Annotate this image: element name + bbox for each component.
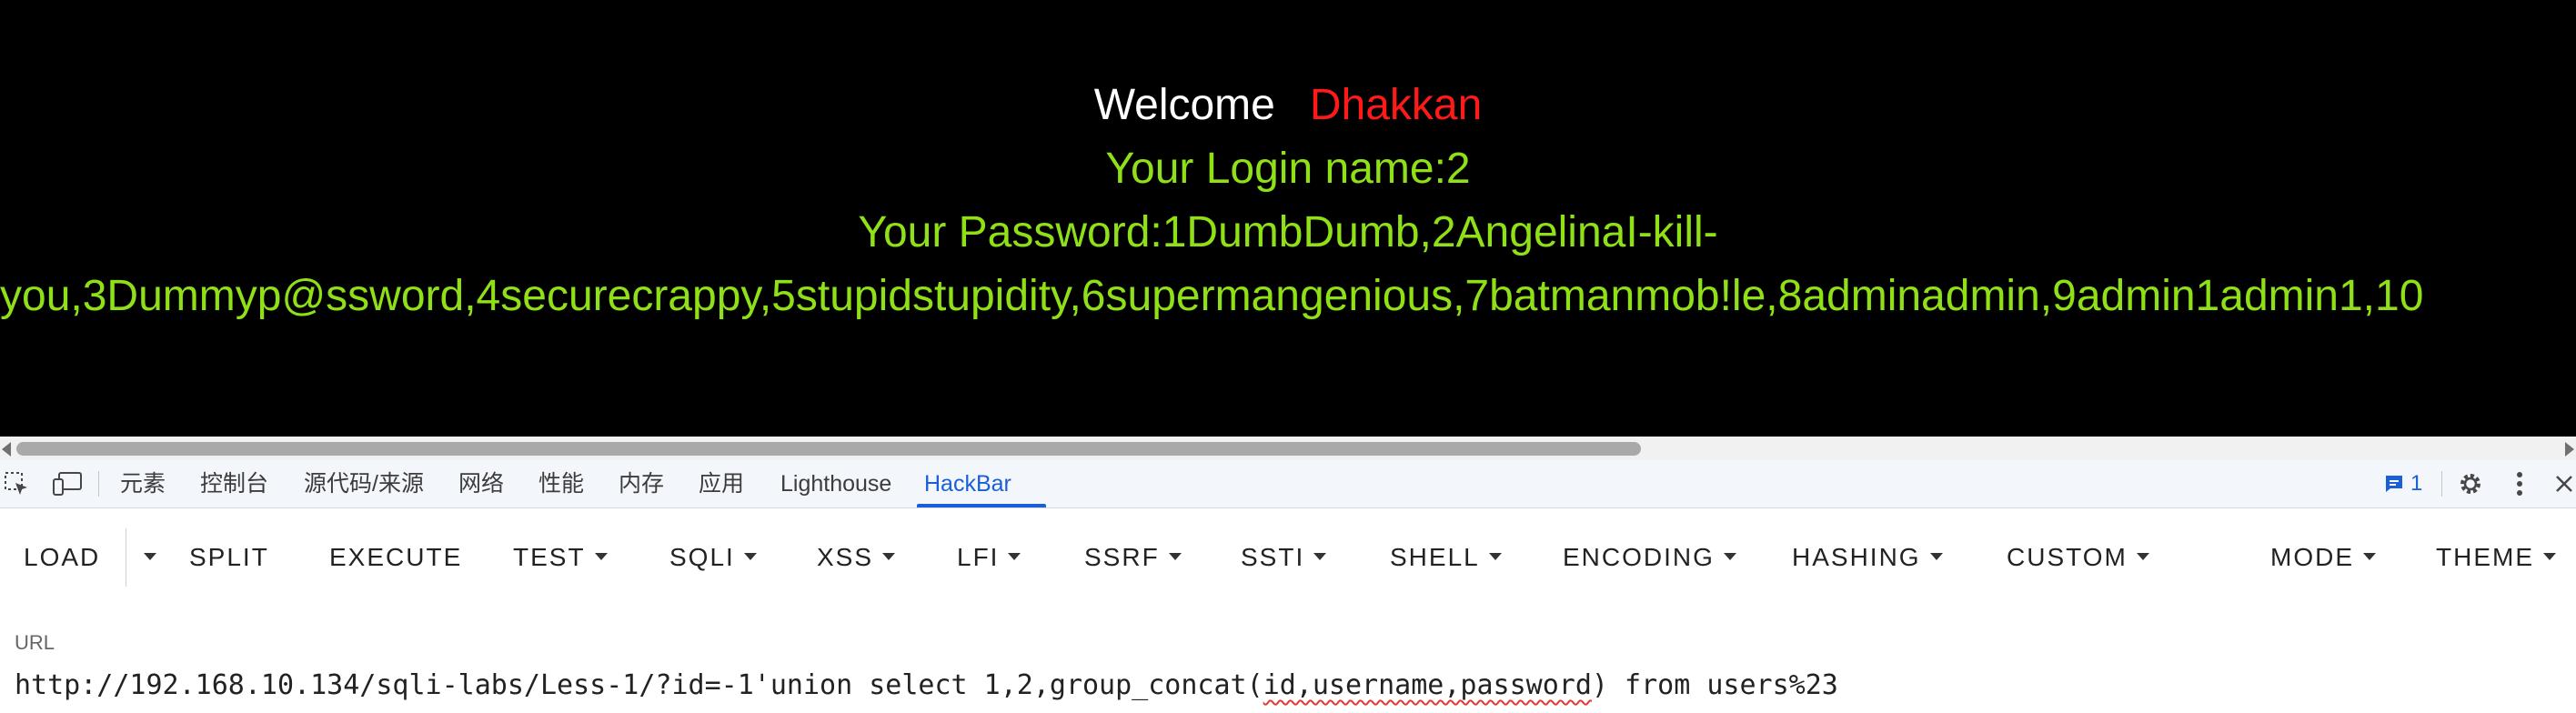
device-toolbar-icon[interactable] bbox=[51, 469, 84, 498]
tab-memory[interactable]: 内存 bbox=[611, 460, 671, 507]
chevron-down-icon bbox=[1313, 552, 1327, 560]
hashing-menu-button[interactable]: HASHING bbox=[1792, 539, 1943, 576]
tab-console[interactable]: 控制台 bbox=[193, 460, 276, 507]
hackbar-toolbar: LOAD SPLIT EXECUTE TEST SQLI XSS LFI SSR… bbox=[0, 508, 2576, 608]
chevron-down-icon bbox=[594, 552, 608, 560]
chevron-down-icon bbox=[1168, 552, 1182, 560]
scroll-left-arrow-icon[interactable] bbox=[2, 442, 11, 457]
url-input[interactable]: http://192.168.10.134/sqli-labs/Less-1/?… bbox=[15, 669, 1838, 701]
tab-network[interactable]: 网络 bbox=[451, 460, 511, 507]
password-line-2: you,3Dummyp@ssword,4securecrappy,5stupid… bbox=[0, 272, 2424, 320]
tab-lighthouse[interactable]: Lighthouse bbox=[773, 460, 899, 507]
url-text-suffix: ) from users%23 bbox=[1591, 669, 1838, 701]
chevron-down-icon bbox=[2363, 552, 2376, 560]
encoding-menu-label: ENCODING bbox=[1563, 543, 1715, 571]
scroll-right-arrow-icon[interactable] bbox=[2565, 442, 2574, 457]
devtools-tab-bar: 元素 控制台 源代码/来源 网络 性能 内存 应用 Lighthouse Hac… bbox=[0, 460, 2576, 508]
chevron-down-icon bbox=[144, 552, 156, 560]
xss-menu-label: XSS bbox=[817, 543, 874, 571]
tab-hackbar[interactable]: HackBar bbox=[917, 460, 1046, 507]
theme-menu-button[interactable]: THEME bbox=[2436, 539, 2556, 576]
ssti-menu-button[interactable]: SSTI bbox=[1241, 539, 1327, 576]
mode-menu-label: MODE bbox=[2270, 543, 2354, 571]
tab-sources[interactable]: 源代码/来源 bbox=[297, 460, 431, 507]
chevron-down-icon bbox=[2136, 552, 2149, 560]
chevron-down-icon bbox=[1929, 552, 1943, 560]
ssti-menu-label: SSTI bbox=[1241, 543, 1305, 571]
load-dropdown-button[interactable] bbox=[135, 539, 156, 576]
mode-menu-button[interactable]: MODE bbox=[2270, 539, 2376, 576]
welcome-text: Welcome bbox=[1093, 81, 1275, 129]
chevron-down-icon bbox=[743, 552, 757, 560]
lfi-menu-button[interactable]: LFI bbox=[957, 539, 1021, 576]
tab-elements[interactable]: 元素 bbox=[113, 460, 173, 507]
lfi-menu-label: LFI bbox=[957, 543, 1000, 571]
test-menu-label: TEST bbox=[513, 543, 586, 571]
inspect-element-icon[interactable] bbox=[2, 469, 31, 498]
welcome-line: Welcome Dhakkan bbox=[0, 78, 2576, 133]
chevron-down-icon bbox=[2543, 552, 2556, 560]
chevron-down-icon bbox=[882, 552, 896, 560]
more-vertical-icon[interactable] bbox=[2509, 469, 2531, 498]
issues-badge[interactable]: 1 bbox=[2383, 471, 2422, 497]
theme-menu-label: THEME bbox=[2436, 543, 2534, 571]
ssrf-menu-label: SSRF bbox=[1084, 543, 1160, 571]
chevron-down-icon bbox=[1008, 552, 1021, 560]
devtools-separator bbox=[98, 471, 99, 497]
test-menu-button[interactable]: TEST bbox=[513, 539, 608, 576]
url-label: URL bbox=[15, 631, 55, 654]
chevron-down-icon bbox=[1488, 552, 1502, 560]
devtools-separator bbox=[2441, 471, 2442, 497]
login-name-line: Your Login name:2 bbox=[1105, 145, 1471, 193]
page-viewport: Welcome Dhakkan Your Login name:2 Your Pa… bbox=[0, 0, 2576, 437]
horizontal-scrollbar[interactable] bbox=[0, 437, 2576, 460]
tab-application[interactable]: 应用 bbox=[691, 460, 751, 507]
shell-menu-button[interactable]: SHELL bbox=[1390, 539, 1502, 576]
sqli-menu-label: SQLI bbox=[669, 543, 735, 571]
issues-count: 1 bbox=[2410, 471, 2423, 496]
password-line-1: Your Password:1DumbDumb,2AngelinaI-kill- bbox=[858, 208, 1718, 256]
chevron-down-icon bbox=[1723, 552, 1736, 560]
user-name: Dhakkan bbox=[1309, 81, 1483, 129]
sqli-menu-button[interactable]: SQLI bbox=[669, 539, 757, 576]
hashing-menu-label: HASHING bbox=[1792, 543, 1921, 571]
scrollbar-thumb[interactable] bbox=[16, 442, 1641, 456]
split-button[interactable]: SPLIT bbox=[189, 539, 269, 576]
tab-performance[interactable]: 性能 bbox=[531, 460, 591, 507]
url-text-spellcheck: id,username,password bbox=[1263, 669, 1592, 701]
execute-button[interactable]: EXECUTE bbox=[329, 539, 462, 576]
ssrf-menu-button[interactable]: SSRF bbox=[1084, 539, 1182, 576]
url-text-prefix: http://192.168.10.134/sqli-labs/Less-1/?… bbox=[15, 669, 1263, 701]
custom-menu-label: CUSTOM bbox=[2007, 543, 2128, 571]
issues-icon bbox=[2386, 476, 2402, 492]
custom-menu-button[interactable]: CUSTOM bbox=[2007, 539, 2149, 576]
encoding-menu-button[interactable]: ENCODING bbox=[1563, 539, 1736, 576]
close-icon[interactable] bbox=[2552, 469, 2576, 498]
load-button[interactable]: LOAD bbox=[24, 539, 100, 576]
xss-menu-button[interactable]: XSS bbox=[817, 539, 896, 576]
shell-menu-label: SHELL bbox=[1390, 543, 1480, 571]
settings-gear-icon[interactable] bbox=[2456, 469, 2485, 498]
